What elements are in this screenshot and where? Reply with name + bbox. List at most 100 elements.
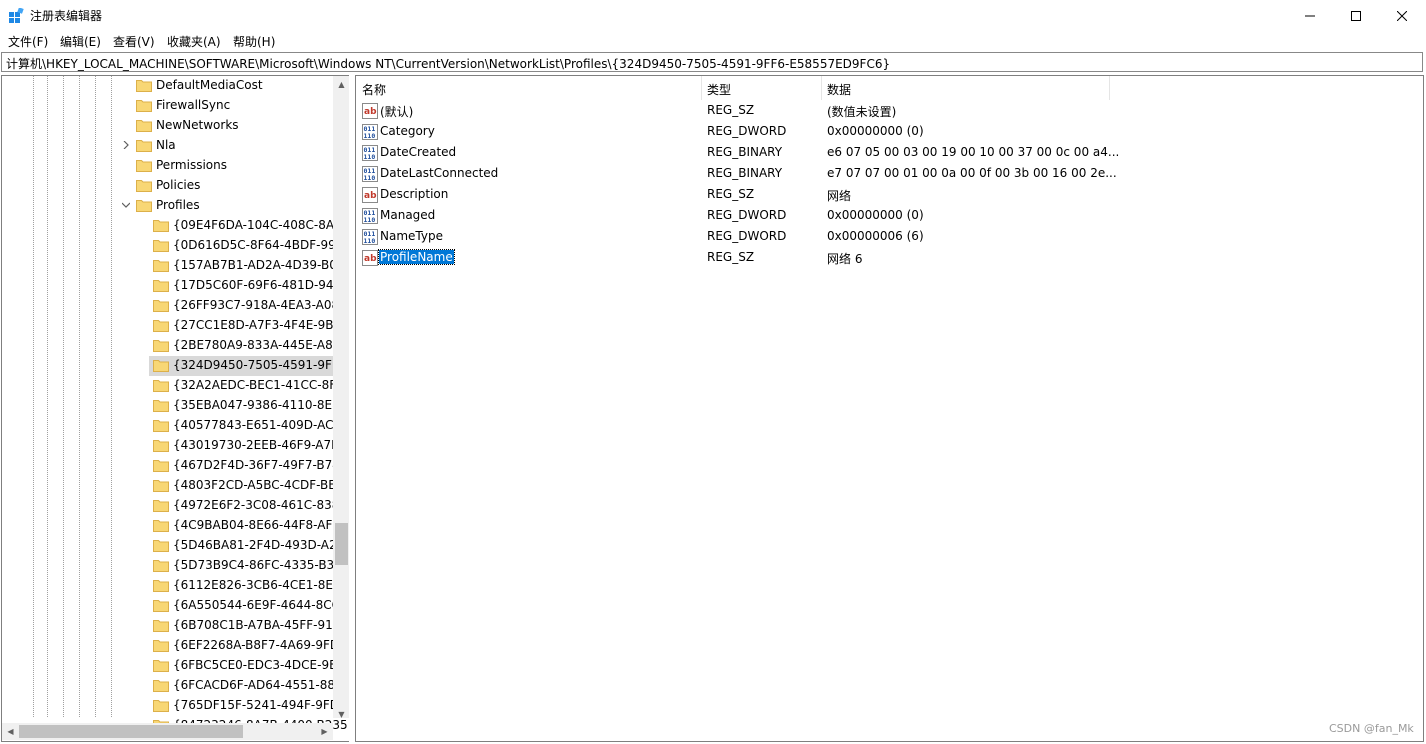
value-list-pane[interactable]: 名称 类型 数据 ab (默认) REG_SZ (数值未设置) 011 110 Catego… bbox=[355, 75, 1424, 742]
tree-item[interactable]: {0D616D5C-8F64-4BDF-99F9 bbox=[2, 236, 349, 256]
value-type: REG_SZ bbox=[707, 187, 755, 201]
scroll-right-icon[interactable]: ▶ bbox=[316, 723, 333, 740]
scroll-down-icon[interactable]: ▼ bbox=[333, 706, 349, 723]
watermark: CSDN @fan_Mk bbox=[1329, 722, 1414, 735]
tree-vertical-scroll-thumb[interactable] bbox=[335, 523, 348, 565]
value-row-selected[interactable]: ab ProfileName REG_SZ 网络 6 bbox=[356, 247, 1356, 268]
folder-icon bbox=[153, 520, 169, 532]
tree-item-label: DefaultMediaCost bbox=[156, 78, 263, 92]
maximize-button[interactable] bbox=[1333, 0, 1379, 31]
tree-item[interactable]: {6FBC5CE0-EDC3-4DCE-9B1 bbox=[2, 656, 345, 676]
svg-text:ab: ab bbox=[364, 107, 377, 117]
folder-icon bbox=[153, 280, 169, 292]
folder-icon bbox=[153, 360, 169, 372]
tree-horizontal-scroll-thumb[interactable] bbox=[19, 725, 243, 738]
tree-item[interactable]: {32A2AEDC-BEC1-41CC-8F0 bbox=[2, 376, 344, 396]
tree-item[interactable]: {4C9BAB04-8E66-44F8-AF1F bbox=[2, 516, 347, 536]
tree-item[interactable]: {765DF15F-5241-494F-9FD9 bbox=[2, 696, 347, 716]
tree-item[interactable]: {6FCACD6F-AD64-4551-88A0 bbox=[2, 676, 349, 696]
tree-item[interactable]: Permissions bbox=[2, 156, 333, 176]
tree-item[interactable]: {6112E826-3CB6-4CE1-8E71 bbox=[2, 576, 348, 596]
tree-item[interactable]: {40577843-E651-409D-AC98 bbox=[2, 416, 349, 436]
value-data: 0x00000006 (6) bbox=[827, 229, 924, 243]
minimize-button[interactable] bbox=[1287, 0, 1333, 31]
tree-item[interactable]: DefaultMediaCost bbox=[2, 76, 333, 96]
column-header-data[interactable]: 数据 bbox=[821, 76, 1109, 100]
column-header-name[interactable]: 名称 bbox=[356, 76, 701, 100]
tree-item[interactable]: {6A550544-6E9F-4644-8CCF bbox=[2, 596, 347, 616]
menu-help[interactable]: 帮助(H) bbox=[233, 33, 275, 50]
scroll-up-icon[interactable]: ▲ bbox=[333, 76, 349, 93]
value-row[interactable]: 011 110 DateCreated REG_BINARY e6 07 05 00 0… bbox=[356, 142, 1356, 163]
menu-file[interactable]: 文件(F) bbox=[8, 33, 48, 50]
tree-item[interactable]: {6B708C1B-A7BA-45FF-914D bbox=[2, 616, 349, 636]
menu-favorites[interactable]: 收藏夹(A) bbox=[167, 33, 221, 50]
tree-item[interactable]: {35EBA047-9386-4110-8E84 bbox=[2, 396, 347, 416]
tree-item[interactable]: {4803F2CD-A5BC-4CDF-BE3 bbox=[2, 476, 343, 496]
column-separator[interactable] bbox=[1109, 76, 1110, 100]
value-type: REG_DWORD bbox=[707, 124, 787, 138]
value-name: Category bbox=[380, 124, 435, 138]
folder-icon bbox=[136, 200, 152, 212]
tree-item-label: {0D616D5C-8F64-4BDF-99F9 bbox=[173, 238, 349, 252]
tree-item[interactable]: {467D2F4D-36F7-49F7-B747 bbox=[2, 456, 348, 476]
collapse-chevron-icon[interactable] bbox=[122, 201, 130, 209]
tree-item[interactable]: {5D73B9C4-86FC-4335-B3E0 bbox=[2, 556, 349, 576]
tree-vertical-scrollbar[interactable]: ▲ ▼ bbox=[333, 76, 349, 719]
tree-item[interactable]: FirewallSync bbox=[2, 96, 333, 116]
value-row[interactable]: 011 110 DateLastConnected REG_BINARY e7 07 0… bbox=[356, 163, 1356, 184]
value-name: NameType bbox=[380, 229, 443, 243]
value-row[interactable]: 011 110 Managed REG_DWORD 0x00000000 (0) bbox=[356, 205, 1356, 226]
folder-icon bbox=[153, 660, 169, 672]
minimize-icon bbox=[1305, 15, 1315, 16]
folder-icon bbox=[153, 320, 169, 332]
tree-item[interactable]: {4972E6F2-3C08-461C-8381 bbox=[2, 496, 347, 516]
svg-text:ab: ab bbox=[364, 191, 377, 201]
tree-item[interactable]: {2BE780A9-833A-445E-A887 bbox=[2, 336, 348, 356]
tree-item[interactable]: {43019730-2EEB-46F9-A7F0 bbox=[2, 436, 346, 456]
value-row[interactable]: ab Description REG_SZ 网络 bbox=[356, 184, 1356, 205]
menu-view[interactable]: 查看(V) bbox=[113, 33, 155, 50]
tree-item[interactable]: {6EF2268A-B8F7-4A69-9FD5 bbox=[2, 636, 347, 656]
scroll-left-icon[interactable]: ◀ bbox=[2, 723, 19, 740]
value-row[interactable]: 011 110 NameType REG_DWORD 0x00000006 (6) bbox=[356, 226, 1356, 247]
value-type: REG_DWORD bbox=[707, 208, 787, 222]
folder-icon bbox=[153, 440, 169, 452]
folder-icon bbox=[153, 220, 169, 232]
value-row[interactable]: 011 110 Category REG_DWORD 0x00000000 (0) bbox=[356, 121, 1356, 142]
close-button[interactable] bbox=[1379, 0, 1425, 31]
tree-item[interactable]: {27CC1E8D-A7F3-4F4E-9B22 bbox=[2, 316, 349, 336]
tree-item-label: Policies bbox=[156, 178, 201, 192]
value-data: (数值未设置) bbox=[827, 105, 897, 119]
address-path[interactable]: 计算机\HKEY_LOCAL_MACHINE\SOFTWARE\Microsof… bbox=[6, 55, 890, 72]
tree-item[interactable]: {5D46BA81-2F4D-493D-A24 bbox=[2, 536, 344, 556]
tree-item[interactable]: Nla bbox=[2, 136, 333, 156]
column-header-type[interactable]: 类型 bbox=[701, 76, 821, 100]
address-bar[interactable]: 计算机\HKEY_LOCAL_MACHINE\SOFTWARE\Microsof… bbox=[1, 52, 1423, 72]
svg-text:110: 110 bbox=[364, 174, 376, 182]
key-tree-pane[interactable]: DefaultMediaCost FirewallSync NewNetworks N… bbox=[1, 75, 349, 742]
expand-chevron-icon[interactable] bbox=[122, 141, 130, 149]
value-row[interactable]: ab (默认) REG_SZ (数值未设置) bbox=[356, 100, 1356, 121]
tree-item[interactable]: {26FF93C7-918A-4EA3-A08C bbox=[2, 296, 348, 316]
value-name: Description bbox=[380, 187, 449, 201]
folder-icon bbox=[153, 400, 169, 412]
tree-item-selected[interactable]: {324D9450-7505-4591-9FF6 bbox=[2, 356, 346, 376]
tree-item[interactable]: {157AB7B1-AD2A-4D39-B0F bbox=[2, 256, 344, 276]
tree-item[interactable]: {17D5C60F-69F6-481D-94FA bbox=[2, 276, 348, 296]
folder-icon bbox=[136, 100, 152, 112]
folder-icon bbox=[153, 300, 169, 312]
tree-item[interactable]: Profiles bbox=[2, 196, 333, 216]
tree-item-label: {09E4F6DA-104C-408C-8AB0 bbox=[173, 218, 349, 232]
svg-text:110: 110 bbox=[364, 132, 376, 140]
tree-item-label: {4972E6F2-3C08-461C-8381 bbox=[173, 498, 348, 512]
tree-item[interactable]: NewNetworks bbox=[2, 116, 333, 136]
folder-icon bbox=[153, 680, 169, 692]
tree-horizontal-scrollbar[interactable]: ◀ ▶ bbox=[2, 723, 333, 740]
string-value-icon: ab bbox=[362, 187, 378, 203]
tree-item[interactable]: Policies bbox=[2, 176, 333, 196]
tree-item[interactable]: {09E4F6DA-104C-408C-8AB0 bbox=[2, 216, 349, 236]
value-data: e7 07 07 00 01 00 0a 00 0f 00 3b 00 16 0… bbox=[827, 166, 1117, 180]
tree-item-label: {26FF93C7-918A-4EA3-A08C bbox=[173, 298, 348, 312]
menu-edit[interactable]: 编辑(E) bbox=[60, 33, 101, 50]
